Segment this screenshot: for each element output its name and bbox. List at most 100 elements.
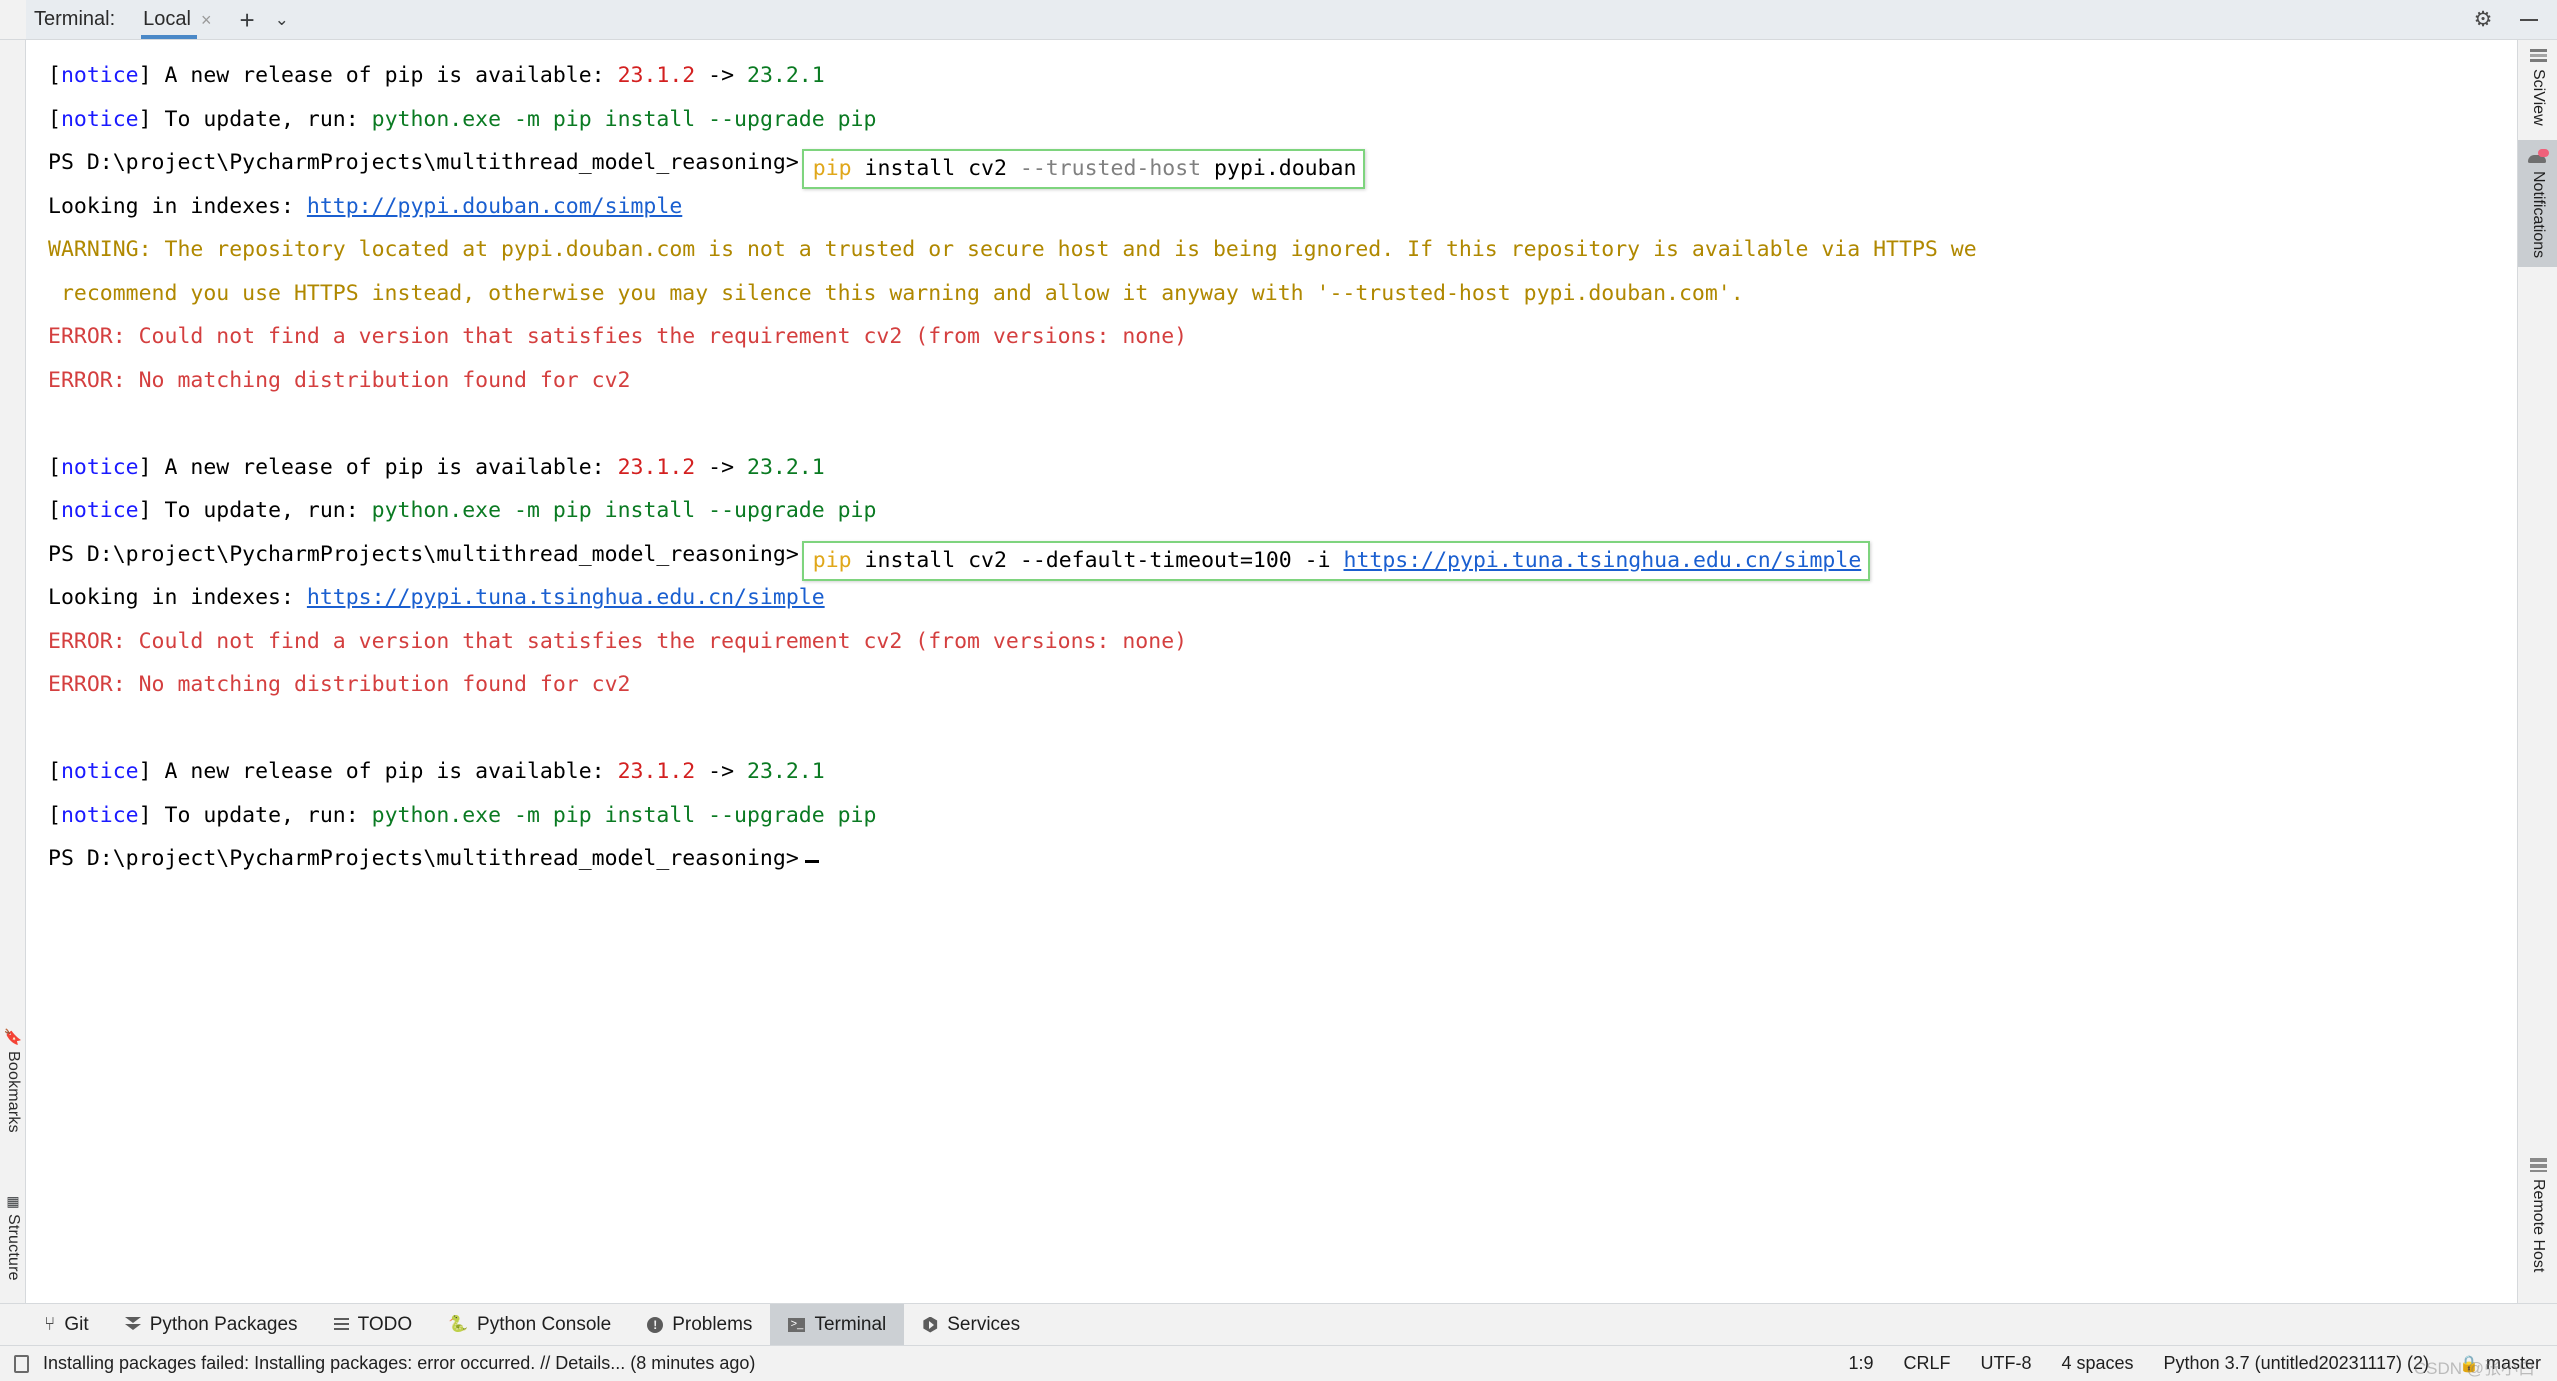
sidebar-item-structure-label: Structure [5, 1214, 22, 1281]
terminal-tab-bar: Terminal: Local × + ⌄ ⚙ [0, 0, 2557, 40]
terminal-segment: 23.2.1 [747, 63, 825, 88]
terminal-line: WARNING: The repository located at pypi.… [48, 228, 2517, 315]
tool-tab-label: Python Packages [149, 1313, 298, 1335]
structure-icon: ▦ [6, 1193, 20, 1210]
terminal-segment: ] A new release of pip is available: [138, 63, 618, 88]
terminal-segment: ] To update, run: [138, 802, 372, 828]
command-segment: --trusted-host [1019, 156, 1202, 181]
tab-local[interactable]: Local × [141, 0, 217, 39]
terminal-segment: [ [48, 498, 61, 523]
close-icon[interactable]: × [201, 11, 212, 29]
terminal-scrollbar[interactable] [2501, 40, 2517, 1303]
terminal-text: [notice] A new release of pip is availab… [48, 54, 2517, 881]
terminal-segment: [ [48, 759, 61, 784]
command-segment: --default-timeout=100 [1019, 547, 1292, 573]
main-body: 🔖 Bookmarks ▦ Structure [notice] A new r… [0, 40, 2557, 1303]
services-icon [923, 1316, 938, 1333]
git-branch[interactable]: 🔒 master [2459, 1353, 2541, 1374]
terminal-line: ERROR: No matching distribution found fo… [48, 359, 2517, 403]
command-segment: pip [812, 156, 852, 181]
sidebar-item-bookmarks[interactable]: 🔖 Bookmarks [0, 1030, 26, 1133]
command-segment[interactable]: https://pypi.tuna.tsinghua.edu.cn/simple [1344, 548, 1862, 573]
terminal-segment: notice [60, 498, 139, 523]
status-bar-left: Installing packages failed: Installing p… [14, 1353, 755, 1374]
terminal-line: [notice] To update, run: python.exe -m p… [48, 489, 2517, 533]
terminal-segment: [ [48, 802, 61, 828]
tool-tab-git[interactable]: Git [26, 1304, 107, 1345]
terminal-segment: ] To update, run: [138, 106, 372, 132]
terminal-segment: 23.1.2 [617, 454, 696, 480]
tool-tab-python-console[interactable]: Python Console [430, 1304, 629, 1345]
minimize-icon[interactable] [2519, 10, 2539, 30]
highlighted-command[interactable]: pip install cv2 --trusted-host pypi.doub… [801, 149, 1366, 189]
caret-position[interactable]: 1:9 [1848, 1353, 1873, 1374]
right-tool-strip: SciView Notifications Remote Host [2517, 40, 2557, 1303]
git-branch-label: master [2485, 1353, 2541, 1373]
tool-tab-label: Services [947, 1313, 1021, 1335]
gear-icon[interactable]: ⚙ [2473, 9, 2493, 30]
terminal-segment: Looking in indexes: [48, 193, 307, 219]
terminal-segment: ERROR: Could not find a version that sat… [48, 628, 1188, 654]
terminal-prompt: PS D:\project\PycharmProjects\multithrea… [48, 150, 799, 175]
line-separator[interactable]: CRLF [1903, 1353, 1950, 1374]
terminal-line: PS D:\project\PycharmProjects\multithrea… [48, 141, 2517, 189]
terminal-segment: 23.1.2 [617, 759, 696, 784]
status-bar: Installing packages failed: Installing p… [0, 1345, 2557, 1381]
terminal-segment: notice [60, 802, 139, 828]
terminal-line: [notice] To update, run: python.exe -m p… [48, 794, 2517, 838]
highlighted-command[interactable]: pip install cv2 --default-timeout=100 -i… [801, 540, 1871, 581]
sidebar-item-remote-host-label: Remote Host [2530, 1178, 2547, 1272]
terminal-cursor [804, 860, 819, 863]
packages-icon [124, 1317, 141, 1332]
tool-tab-label: TODO [357, 1313, 413, 1335]
terminal-link[interactable]: http://pypi.douban.com/simple [307, 194, 682, 219]
chevron-down-icon[interactable]: ⌄ [275, 11, 289, 28]
command-segment: install cv2 [851, 156, 1020, 181]
bookmark-icon: 🔖 [3, 1029, 23, 1047]
tool-tab-label: Git [64, 1313, 89, 1335]
indent-size[interactable]: 4 spaces [2062, 1353, 2134, 1374]
terminal-segment: Looking in indexes: [48, 585, 307, 610]
sidebar-item-remote-host[interactable]: Remote Host [2518, 1149, 2557, 1281]
terminal-line: [notice] A new release of pip is availab… [48, 54, 2517, 98]
status-message[interactable]: Installing packages failed: Installing p… [43, 1353, 755, 1374]
terminal-segment: [ [48, 454, 61, 480]
tool-tab-python-packages[interactable]: Python Packages [107, 1304, 316, 1345]
file-encoding[interactable]: UTF-8 [1981, 1353, 2032, 1374]
terminal-segment: ] A new release of pip is available: [138, 454, 618, 480]
command-segment: install cv2 [851, 547, 1020, 573]
terminal-line: PS D:\project\PycharmProjects\multithrea… [48, 533, 2517, 581]
tool-tab-label: Python Console [477, 1313, 612, 1335]
plus-icon[interactable]: + [239, 7, 254, 33]
terminal-line: [notice] A new release of pip is availab… [48, 446, 2517, 490]
tool-tab-todo[interactable]: TODO [316, 1304, 431, 1345]
tool-tab-problems[interactable]: ! Problems [629, 1304, 770, 1345]
command-segment: pip [812, 547, 852, 573]
terminal-output-pane[interactable]: [notice] A new release of pip is availab… [26, 40, 2517, 1303]
tool-tab-services[interactable]: Services [904, 1304, 1038, 1345]
sidebar-item-sciview[interactable]: SciView [2518, 40, 2557, 135]
terminal-icon: >_ [788, 1317, 806, 1332]
sidebar-item-notifications[interactable]: Notifications [2518, 140, 2557, 268]
terminal-segment: ERROR: No matching distribution found fo… [48, 672, 631, 697]
terminal-link[interactable]: https://pypi.tuna.tsinghua.edu.cn/simple [307, 585, 825, 610]
terminal-segment: ERROR: No matching distribution found fo… [48, 367, 631, 393]
python-interpreter[interactable]: Python 3.7 (untitled20231117) (2) [2164, 1353, 2430, 1374]
bottom-tool-window-bar: Git Python Packages TODO Python Console ! Pro… [0, 1303, 2557, 1345]
terminal-line: ERROR: Could not find a version that sat… [48, 620, 2517, 664]
terminal-line: [notice] A new release of pip is availab… [48, 750, 2517, 794]
terminal-panel-title: Terminal: [34, 8, 116, 30]
sidebar-item-structure[interactable]: ▦ Structure [0, 1194, 26, 1281]
tab-active-indicator [141, 35, 198, 39]
git-icon [44, 1315, 55, 1334]
terminal-segment: notice [60, 454, 139, 480]
terminal-segment: notice [60, 759, 139, 784]
tool-tab-terminal[interactable]: >_ Terminal [770, 1304, 905, 1345]
problems-icon: ! [647, 1316, 664, 1333]
lock-icon: 🔒 [2459, 1355, 2479, 1373]
terminal-segment: ] To update, run: [138, 498, 372, 523]
terminal-toolbar-actions: ⚙ [2473, 9, 2557, 30]
sidebar-item-sciview-label: SciView [2530, 69, 2547, 126]
document-icon [14, 1354, 29, 1373]
